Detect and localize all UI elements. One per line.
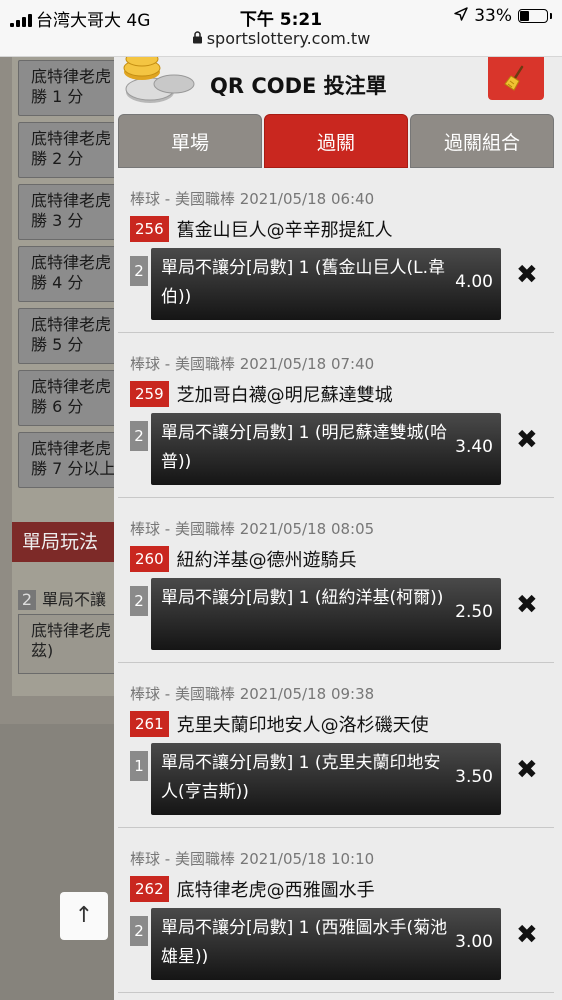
scroll-to-top-button[interactable]: ↑ [60,892,108,940]
odds-value: 2.50 [455,602,493,622]
section-subheader: 2 單局不讓 [18,586,106,610]
bet-meta: 棒球 - 美國職棒 2021/05/18 07:40 [130,355,375,373]
background-option[interactable]: 底特律老虎 茲) [18,614,128,674]
game-code: 262 [130,876,169,902]
bet-meta: 棒球 - 美國職棒 2021/05/18 09:38 [130,685,375,703]
selection-box: 單局不讓分[局數] 1 (紐約洋基(柯爾)) 2.50 [151,578,501,650]
game-code: 259 [130,381,169,407]
game-code: 256 [130,216,169,242]
match-teams: 底特律老虎@西雅圖水手 [176,880,375,901]
selection-count: 2 [130,586,148,616]
selection-count: 2 [130,916,148,946]
modal-header: QR CODE 投注單 [114,56,562,114]
selection-text: 單局不讓分[局數] 1 (紐約洋基(柯爾)) [161,588,444,608]
selection-text: 單局不讓分[局數] 1 (克里夫蘭印地安人(亨吉斯)) [161,753,441,802]
lock-icon [192,29,203,48]
bet-list: 棒球 - 美國職棒 2021/05/18 06:40 256 舊金山巨人@辛辛那提紅… [118,168,554,993]
section-header: 單局玩法 [12,522,122,562]
match-teams: 克里夫蘭印地安人@洛杉磯天使 [176,715,429,736]
tab-parlay[interactable]: 過關 [264,114,408,168]
bet-match: 261 克里夫蘭印地安人@洛杉磯天使 [130,711,429,737]
status-bar: 台湾大哥大 4G 下午 5:21 sportslottery.com.tw 33… [0,0,562,57]
remove-bet-button[interactable]: ✖ [516,590,538,620]
clear-slip-button[interactable] [488,56,544,100]
odds-value: 3.50 [455,767,493,787]
selection-count: 2 [130,421,148,451]
bet-slip-modal: QR CODE 投注單 單場 過關 過關組合 棒球 - 美國職棒 2021/05… [114,56,562,1000]
bet-item: 棒球 - 美國職棒 2021/05/18 10:10 262 底特律老虎@西雅圖水手… [118,828,554,993]
tab-parlay-combo[interactable]: 過關組合 [410,114,554,168]
bet-match: 259 芝加哥白襪@明尼蘇達雙城 [130,381,393,407]
remove-bet-button[interactable]: ✖ [516,755,538,785]
url-text: sportslottery.com.tw [206,29,371,48]
remove-bet-button[interactable]: ✖ [516,425,538,455]
selection-count: 1 [130,751,148,781]
bet-meta: 棒球 - 美國職棒 2021/05/18 06:40 [130,190,375,208]
status-right: 33% [454,6,552,26]
bet-match: 256 舊金山巨人@辛辛那提紅人 [130,216,393,242]
bet-item: 棒球 - 美國職棒 2021/05/18 06:40 256 舊金山巨人@辛辛那提紅… [118,168,554,333]
bet-meta: 棒球 - 美國職棒 2021/05/18 10:10 [130,850,375,868]
selection-box: 單局不讓分[局數] 1 (西雅圖水手(菊池雄星)) 3.00 [151,908,501,980]
battery-icon [518,9,552,23]
battery-percent: 33% [474,6,512,26]
bet-item: 棒球 - 美國職棒 2021/05/18 08:05 260 紐約洋基@德州遊騎兵 2… [118,498,554,663]
selection-count: 2 [130,256,148,286]
bet-item: 棒球 - 美國職棒 2021/05/18 09:38 261 克里夫蘭印地安人@洛杉… [118,663,554,828]
selection-box: 單局不讓分[局數] 1 (舊金山巨人(L.韋伯)) 4.00 [151,248,501,320]
selection-box: 單局不讓分[局數] 1 (明尼蘇達雙城(哈普)) 3.40 [151,413,501,485]
selection-text: 單局不讓分[局數] 1 (西雅圖水手(菊池雄星)) [161,918,448,967]
broom-icon [504,65,524,91]
game-code: 260 [130,546,169,572]
coins-icon [123,56,195,103]
bet-match: 262 底特律老虎@西雅圖水手 [130,876,375,902]
game-code: 261 [130,711,169,737]
selection-text: 單局不讓分[局數] 1 (明尼蘇達雙城(哈普)) [161,423,448,472]
tab-single[interactable]: 單場 [118,114,262,168]
remove-bet-button[interactable]: ✖ [516,260,538,290]
odds-value: 3.40 [455,437,493,457]
bet-match: 260 紐約洋基@德州遊騎兵 [130,546,357,572]
selection-box: 單局不讓分[局數] 1 (克里夫蘭印地安人(亨吉斯)) 3.50 [151,743,501,815]
selection-text: 單局不讓分[局數] 1 (舊金山巨人(L.韋伯)) [161,258,446,307]
modal-title: QR CODE 投注單 [210,74,387,98]
location-icon [454,6,468,26]
bet-type-tabs: 單場 過關 過關組合 [118,114,554,168]
match-teams: 紐約洋基@德州遊騎兵 [176,550,357,571]
remove-bet-button[interactable]: ✖ [516,920,538,950]
odds-value: 3.00 [455,932,493,952]
odds-value: 4.00 [455,272,493,292]
address-bar[interactable]: sportslottery.com.tw [0,29,562,48]
match-teams: 舊金山巨人@辛辛那提紅人 [176,220,393,241]
match-teams: 芝加哥白襪@明尼蘇達雙城 [176,385,393,406]
bet-meta: 棒球 - 美國職棒 2021/05/18 08:05 [130,520,375,538]
bet-item: 棒球 - 美國職棒 2021/05/18 07:40 259 芝加哥白襪@明尼蘇達雙… [118,333,554,498]
